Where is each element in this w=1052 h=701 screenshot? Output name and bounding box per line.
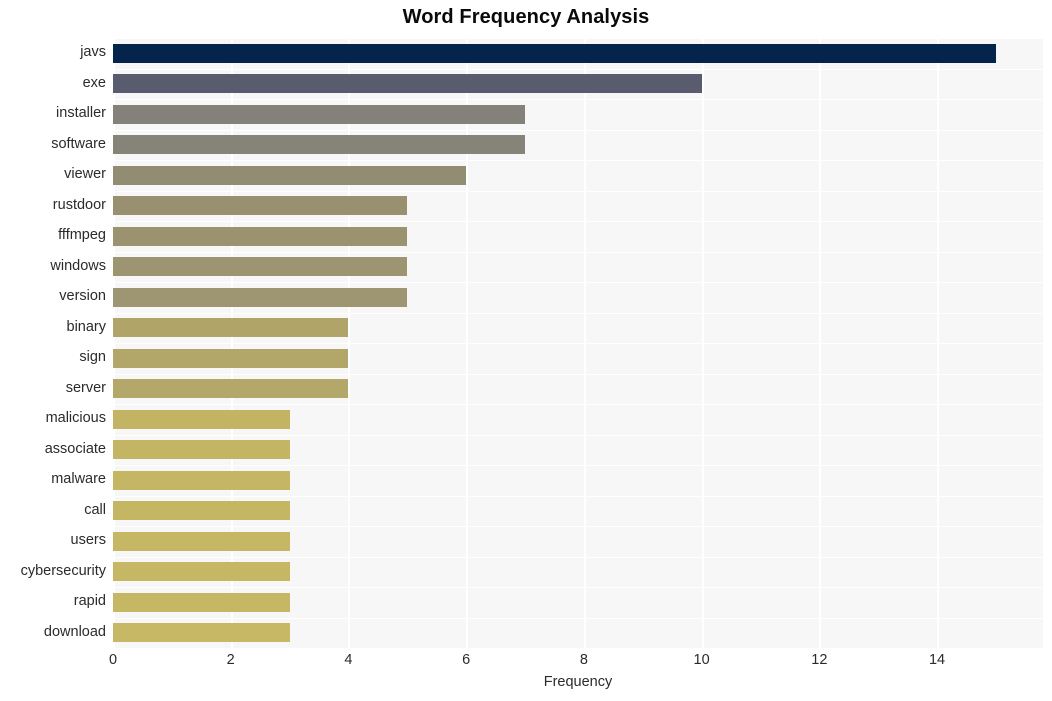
y-axis: javs exe installer software viewer rustdoor ff…	[0, 38, 106, 648]
x-tick-label: 10	[693, 652, 710, 668]
y-tick-label: users	[70, 532, 106, 549]
x-tick-label: 4	[344, 652, 353, 668]
bar	[113, 287, 408, 307]
y-tick-label: associate	[44, 440, 106, 457]
word-frequency-chart: Word Frequency Analysis javs exe installer…	[0, 0, 1052, 701]
gridline-horizontal	[113, 160, 1043, 161]
gridline-horizontal	[113, 38, 1043, 39]
bar	[113, 165, 467, 185]
y-tick-label: malware	[51, 471, 106, 488]
x-tick-label: 8	[579, 652, 588, 668]
bar	[113, 531, 290, 551]
x-tick-label: 2	[226, 652, 235, 668]
gridline-horizontal	[113, 129, 1043, 131]
x-tick-label: 0	[108, 652, 118, 668]
gridline-horizontal	[113, 190, 1043, 192]
gridline-horizontal	[113, 221, 1043, 222]
bar	[113, 562, 290, 582]
x-axis: 0 2 4 6 8 10 12 14	[0, 652, 1052, 676]
x-tick-label: 12	[811, 652, 828, 668]
y-tick-label: download	[43, 623, 106, 640]
y-tick-label: server	[65, 379, 106, 396]
bar	[113, 43, 996, 63]
y-tick-label: javs	[80, 44, 106, 61]
gridline-horizontal	[113, 373, 1043, 375]
bar	[113, 74, 702, 94]
bar	[113, 440, 290, 460]
y-tick-label: rustdoor	[52, 196, 106, 213]
gridline-horizontal	[113, 312, 1043, 314]
bar	[113, 348, 349, 368]
y-tick-label: version	[59, 288, 106, 305]
x-tick-label: 6	[462, 652, 471, 668]
gridline-horizontal	[113, 282, 1043, 283]
y-tick-label: malicious	[45, 410, 106, 427]
bar	[113, 501, 290, 521]
x-tick-label: 14	[928, 652, 946, 668]
y-tick-label: binary	[66, 318, 107, 335]
bar	[113, 318, 349, 338]
gridline-horizontal	[113, 587, 1043, 588]
plot-area	[113, 38, 1043, 648]
y-tick-label: installer	[56, 105, 106, 122]
y-tick-label: rapid	[73, 593, 106, 610]
gridline-horizontal	[113, 434, 1043, 436]
gridline-horizontal	[113, 251, 1043, 253]
bar	[113, 135, 526, 155]
gridline-horizontal	[113, 495, 1043, 497]
bar	[113, 257, 408, 277]
bar	[113, 409, 290, 429]
bar	[113, 379, 349, 399]
y-tick-label: call	[84, 501, 106, 518]
gridline-horizontal	[113, 617, 1043, 619]
gridline-horizontal	[113, 343, 1043, 344]
y-tick-label: exe	[82, 74, 106, 91]
y-tick-label: sign	[79, 349, 106, 366]
bar	[113, 623, 290, 643]
gridline-horizontal	[113, 99, 1043, 100]
bar	[113, 104, 526, 124]
gridline-horizontal	[113, 556, 1043, 558]
y-tick-label: software	[51, 135, 106, 152]
x-axis-title: Frequency	[543, 674, 613, 690]
chart-title: Word Frequency Analysis	[402, 6, 650, 28]
bar	[113, 470, 290, 490]
bar	[113, 196, 408, 216]
y-tick-label: fffmpeg	[58, 227, 106, 244]
gridline-horizontal	[113, 526, 1043, 527]
y-tick-label: cybersecurity	[20, 562, 106, 579]
gridline-horizontal	[113, 465, 1043, 466]
y-tick-label: viewer	[64, 166, 106, 183]
bar	[113, 592, 290, 612]
y-tick-label: windows	[50, 257, 106, 274]
gridline-horizontal	[113, 404, 1043, 405]
gridline-horizontal	[113, 68, 1043, 70]
bar	[113, 226, 408, 246]
